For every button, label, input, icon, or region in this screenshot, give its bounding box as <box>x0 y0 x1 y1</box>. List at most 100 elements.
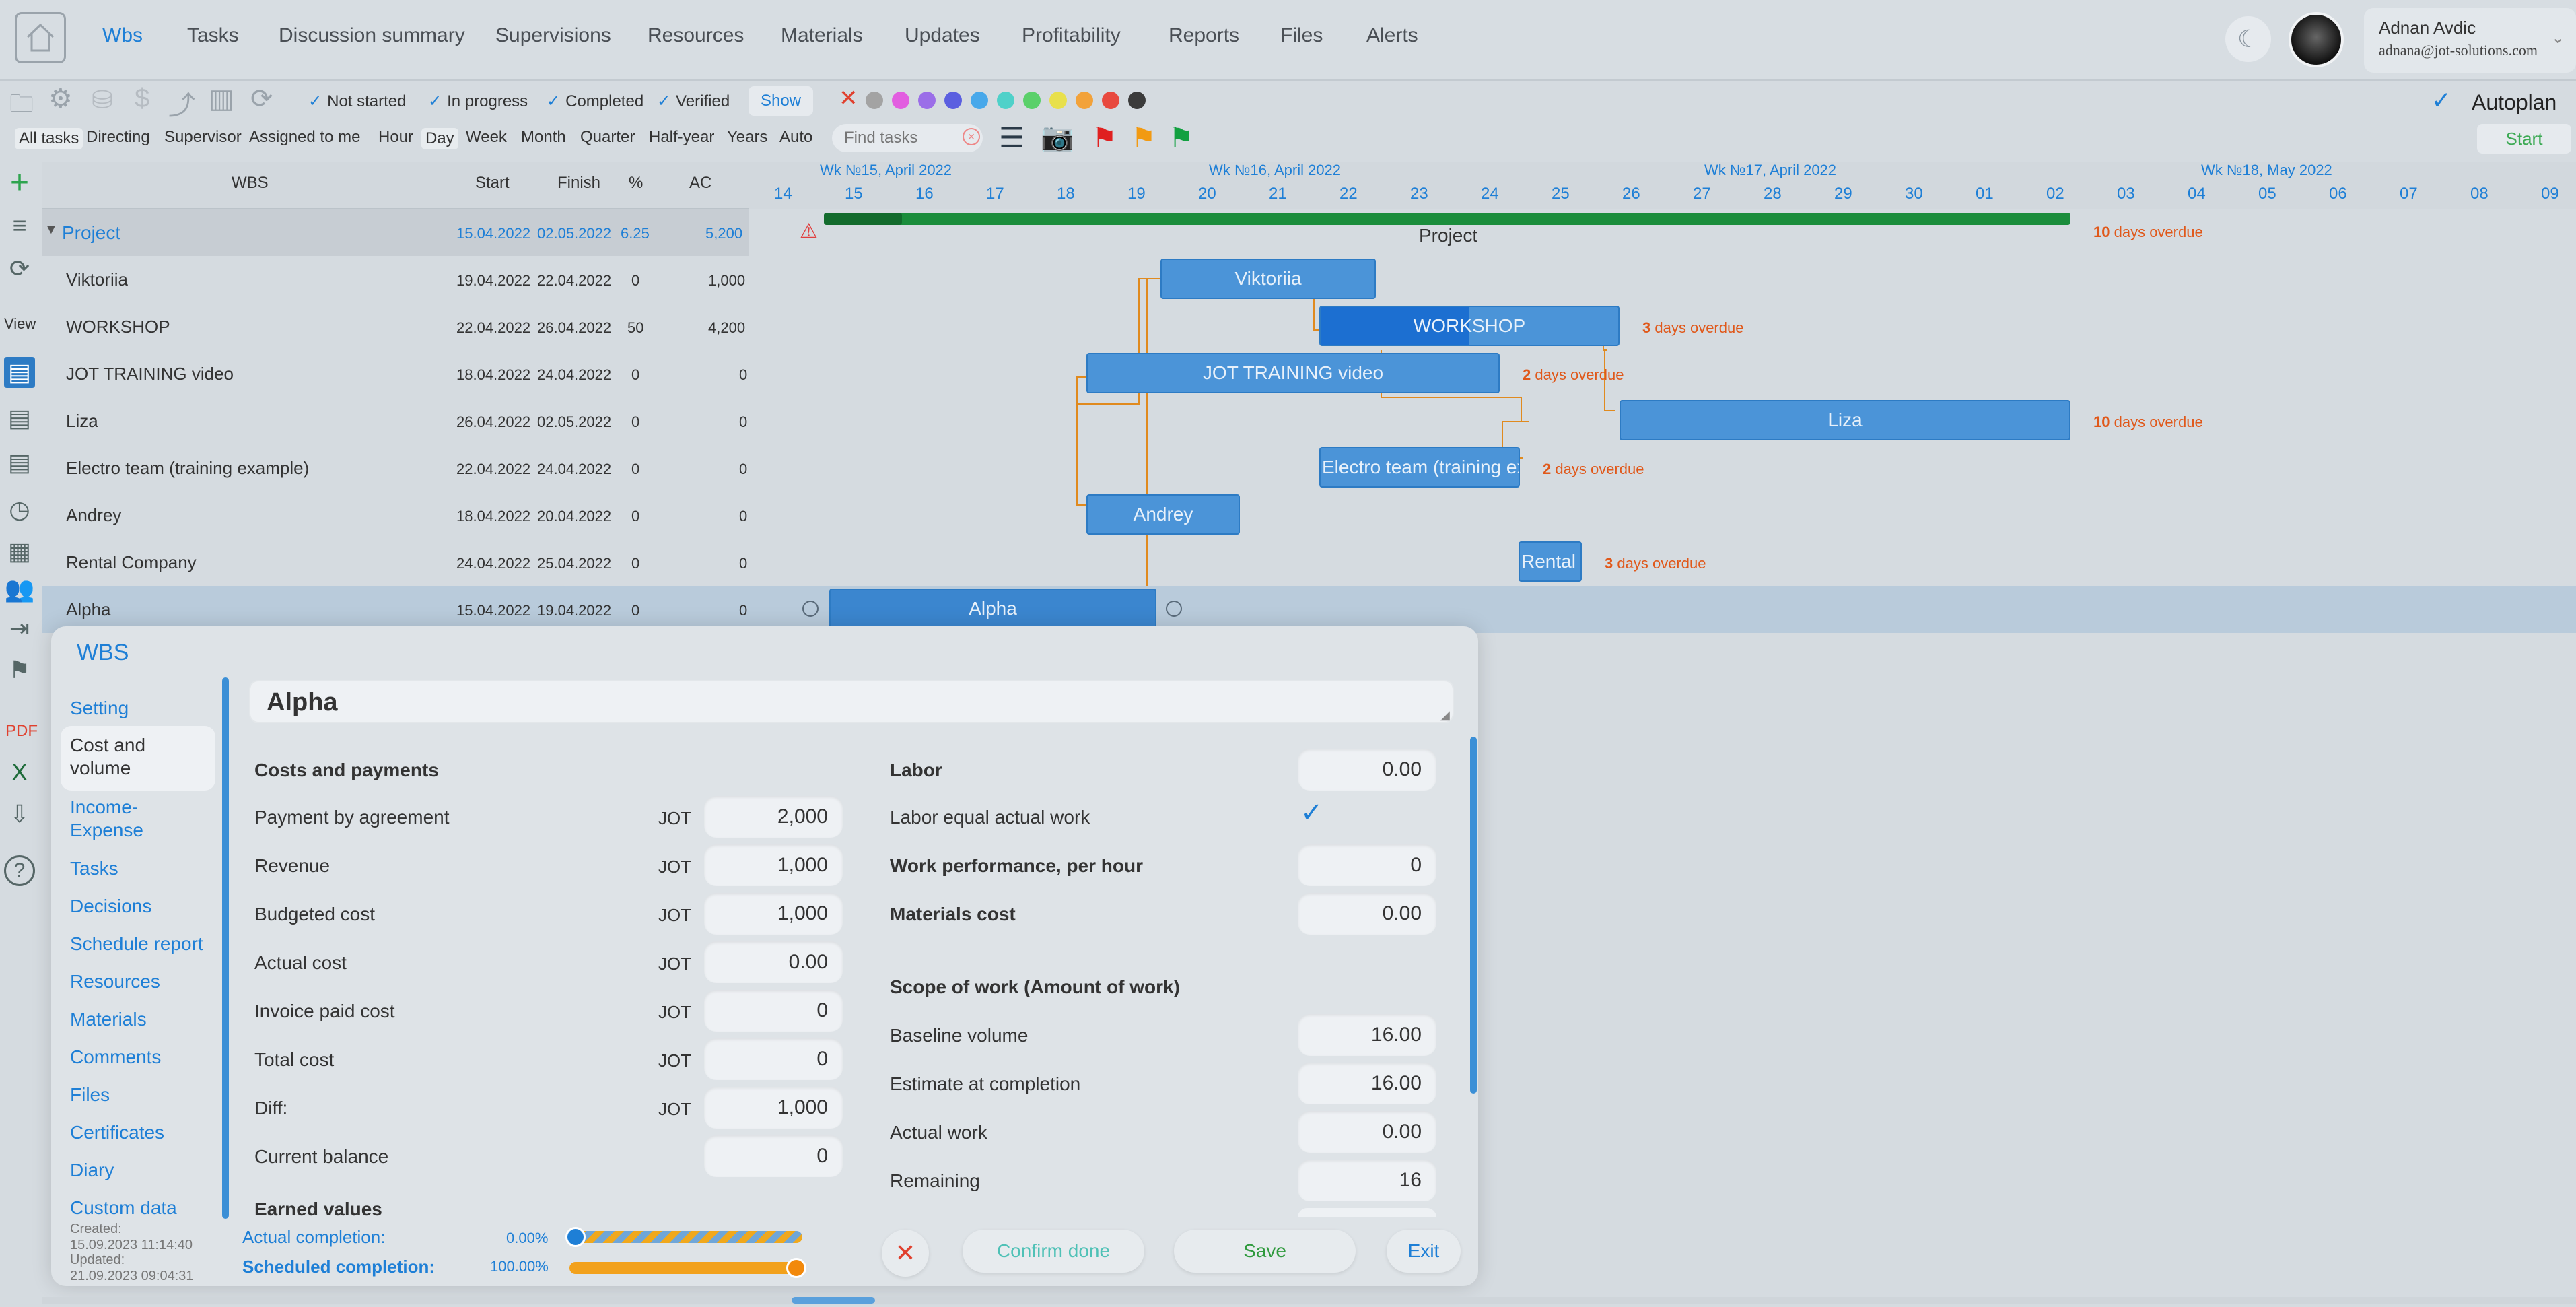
labor-field[interactable]: 0.00 <box>1298 749 1436 791</box>
red-flag-icon[interactable]: ⚑ <box>1092 121 1117 154</box>
tab-wbs[interactable]: Wbs <box>102 24 143 47</box>
gantt-bar-viktoriia[interactable]: Viktoriia <box>1160 259 1376 299</box>
table-row[interactable]: Liza 26.04.2022 02.05.2022 0 0 <box>42 397 749 444</box>
color-dot[interactable] <box>1102 92 1119 109</box>
materials-cost-field[interactable]: 0.00 <box>1298 893 1436 935</box>
orange-flag-icon[interactable]: ⚑ <box>1131 121 1156 154</box>
modal-nav-resources[interactable]: Resources <box>70 971 160 993</box>
col-ac[interactable]: AC <box>689 174 711 193</box>
modal-nav-materials[interactable]: Materials <box>70 1009 147 1030</box>
modal-nav-income-expense[interactable]: Income-Expense <box>70 796 164 842</box>
scope-field[interactable]: 16.00 <box>1298 1014 1436 1056</box>
show-button[interactable]: Show <box>749 86 813 116</box>
tab-materials[interactable]: Materials <box>781 24 863 47</box>
tab-discussion-summary[interactable]: Discussion summary <box>279 24 465 47</box>
color-dot[interactable] <box>997 92 1014 109</box>
link-handle-right[interactable] <box>1166 601 1182 617</box>
gantt-bar-electro[interactable]: Electro team (training exa <box>1319 447 1520 488</box>
col-start[interactable]: Start <box>475 174 510 193</box>
scale-years[interactable]: Years <box>727 128 768 147</box>
filter-verified[interactable]: ✓ Verified <box>657 92 730 111</box>
table-row[interactable]: Electro team (training example) 22.04.20… <box>42 444 749 492</box>
cost-field[interactable]: 0 <box>704 990 843 1032</box>
gantt-bar-rental[interactable]: Rental C <box>1519 541 1582 582</box>
color-dot[interactable] <box>944 92 962 109</box>
filter-in-progress[interactable]: ✓ In progress <box>428 92 528 111</box>
scope-field[interactable]: 0.00 <box>1298 1111 1436 1153</box>
tab-tasks[interactable]: Tasks <box>187 24 239 47</box>
color-dot[interactable] <box>1128 92 1146 109</box>
autoplan-checkbox[interactable]: ✓ <box>2431 86 2451 114</box>
gantt-bar-alpha[interactable]: Alpha <box>829 589 1156 629</box>
tab-reports[interactable]: Reports <box>1169 24 1239 47</box>
view-supervisor[interactable]: Supervisor <box>164 128 242 147</box>
view-assigned-to-me[interactable]: Assigned to me <box>249 128 360 147</box>
excel-icon[interactable]: X <box>4 757 35 788</box>
labor-equal-checkbox[interactable]: ✓ <box>1300 797 1323 828</box>
link-handle-left[interactable] <box>802 601 819 617</box>
pdf-export-icon[interactable]: PDF <box>5 722 38 741</box>
avatar[interactable] <box>2289 12 2344 67</box>
scope-field[interactable]: 16 <box>1298 1160 1436 1201</box>
modal-nav-files[interactable]: Files <box>70 1084 110 1106</box>
modal-nav-custom-data[interactable]: Custom data <box>70 1197 177 1219</box>
color-dot[interactable] <box>1049 92 1067 109</box>
cost-field[interactable]: 0 <box>704 1038 843 1080</box>
clear-search-icon[interactable]: × <box>963 128 980 145</box>
home-button[interactable] <box>15 12 66 63</box>
scale-quarter[interactable]: Quarter <box>580 128 635 147</box>
cost-field[interactable]: 1,000 <box>704 893 843 935</box>
add-list-icon[interactable]: ≡ <box>4 210 35 241</box>
color-dot[interactable] <box>1076 92 1093 109</box>
calendar-icon[interactable]: ▦ <box>4 536 35 567</box>
modal-nav-setting[interactable]: Setting <box>70 698 129 719</box>
actual-completion-knob[interactable] <box>565 1227 586 1247</box>
table-row-project[interactable]: ▼ Project 15.04.2022 02.05.2022 6.25 5,2… <box>42 209 749 256</box>
modal-nav-cost-and-volume[interactable]: Cost and volume <box>70 734 191 780</box>
database-icon[interactable]: ⛁ <box>92 85 113 115</box>
resize-handle-icon[interactable]: ◢ <box>1440 708 1450 723</box>
filter-list-icon[interactable]: ☰ <box>999 121 1024 154</box>
login-icon[interactable]: ⇥ <box>4 613 35 644</box>
tab-files[interactable]: Files <box>1280 24 1323 47</box>
filter-not-started[interactable]: ✓ Not started <box>308 92 407 111</box>
bar-chart-icon[interactable]: ▥ <box>209 83 234 114</box>
table-row[interactable]: Viktoriia 19.04.2022 22.04.2022 0 1,000 <box>42 256 749 303</box>
horizontal-scrollbar-thumb[interactable] <box>792 1297 875 1304</box>
tab-alerts[interactable]: Alerts <box>1366 24 1418 47</box>
start-button[interactable]: Start <box>2477 124 2571 154</box>
list-view-icon[interactable]: ▤ <box>4 403 35 434</box>
modal-nav-certificates[interactable]: Certificates <box>70 1122 164 1143</box>
dark-mode-toggle[interactable]: ☾ <box>2225 16 2271 62</box>
scale-half-year[interactable]: Half-year <box>649 128 714 147</box>
tab-resources[interactable]: Resources <box>648 24 744 47</box>
cost-field[interactable]: 2,000 <box>704 796 843 838</box>
view-all-tasks[interactable]: All tasks <box>15 128 83 149</box>
scale-week[interactable]: Week <box>466 128 507 147</box>
help-icon[interactable]: ? <box>4 855 35 886</box>
trend-icon[interactable]: ⤴ <box>168 83 195 123</box>
gantt-bar-andrey[interactable]: Andrey <box>1086 494 1240 535</box>
color-dot[interactable] <box>1023 92 1041 109</box>
expand-caret-icon[interactable]: ▼ <box>44 222 58 238</box>
cost-field[interactable]: 0.00 <box>704 941 843 983</box>
modal-content-scrollbar[interactable] <box>1470 737 1477 1094</box>
scale-day[interactable]: Day <box>421 128 458 149</box>
cost-field[interactable]: 1,000 <box>704 844 843 886</box>
modal-nav-scrollbar[interactable] <box>222 677 229 1219</box>
modal-nav-diary[interactable]: Diary <box>70 1160 114 1181</box>
refresh-icon[interactable]: ⟳ <box>4 253 35 284</box>
tab-updates[interactable]: Updates <box>905 24 980 47</box>
cost-field[interactable]: 0 <box>704 1135 843 1177</box>
gantt-bar-liza[interactable]: Liza <box>1620 400 2070 440</box>
col-wbs[interactable]: WBS <box>232 174 269 193</box>
find-tasks-input[interactable] <box>832 124 983 152</box>
scope-field[interactable]: 16.00 <box>1298 1063 1436 1104</box>
cost-field[interactable]: 1,000 <box>704 1087 843 1129</box>
view-directing[interactable]: Directing <box>86 128 150 147</box>
modal-nav-schedule-report[interactable]: Schedule report <box>70 933 203 955</box>
flag-doc-icon[interactable]: ⚑ <box>4 655 35 685</box>
gantt-bar-jot-training[interactable]: JOT TRAINING video <box>1086 353 1500 393</box>
close-icon[interactable]: ✕ <box>882 1230 929 1277</box>
sync-dollar-icon[interactable]: ⟳ <box>250 83 273 114</box>
